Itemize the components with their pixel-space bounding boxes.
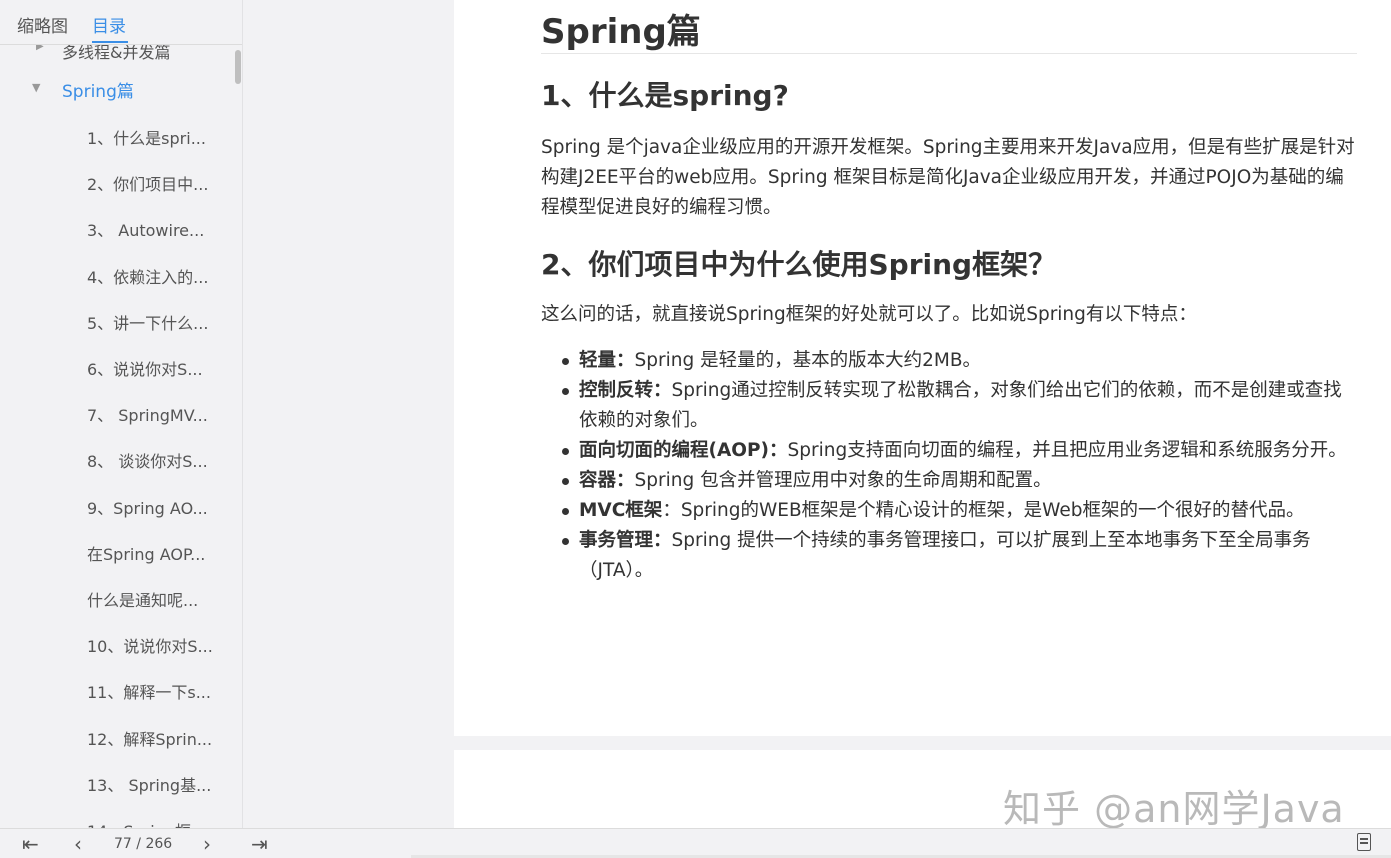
page-indicator: 77 / 266	[114, 836, 172, 852]
feature-text: Spring通过控制反转实现了松散耦合，对象们给出它们的依赖，而不是创建或查找依…	[579, 380, 1342, 431]
feature-list-item: 轻量：Spring 是轻量的，基本的版本大约2MB。	[541, 346, 1357, 376]
toc-item[interactable]: 13、 Spring基...	[87, 772, 227, 796]
toc-parent-spring[interactable]: Spring篇	[62, 77, 134, 102]
feature-term: 轻量：	[579, 350, 635, 371]
feature-list-item: 面向切面的编程(AOP)：Spring支持面向切面的编程，并且把应用业务逻辑和系…	[541, 436, 1357, 466]
toc-item[interactable]: 8、 谈谈你对S...	[87, 448, 227, 472]
sidebar: 缩略图 目录 ▶ 多线程&并发篇 ▼ Spring篇 1、什么是spri... 2…	[0, 0, 243, 828]
first-page-icon[interactable]: ⇤	[22, 832, 39, 856]
feature-term: 面向切面的编程(AOP)：	[579, 440, 788, 461]
toc-item[interactable]: 3、 Autowire...	[87, 217, 227, 241]
toc-item[interactable]: 5、讲一下什么...	[87, 310, 227, 334]
page-current[interactable]: 77	[114, 836, 132, 852]
feature-term: 事务管理：	[579, 530, 672, 551]
toc-item[interactable]: 在Spring AOP...	[87, 541, 227, 565]
toc-item[interactable]: 11、解释一下s...	[87, 679, 227, 703]
toc-item[interactable]: 4、依赖注入的...	[87, 264, 227, 288]
q2-intro: 这么问的话，就直接说Spring框架的好处就可以了。比如说Spring有以下特点…	[541, 304, 1197, 325]
feature-text: Spring支持面向切面的编程，并且把应用业务逻辑和系统服务分开。	[787, 440, 1347, 461]
feature-term: 容器：	[579, 470, 635, 491]
toc-item[interactable]: 6、说说你对S...	[87, 356, 227, 380]
chapter-title: Spring篇	[541, 12, 701, 52]
feature-term: MVC框架	[579, 500, 663, 521]
feature-list-item: 事务管理：Spring 提供一个持续的事务管理接口，可以扩展到上至本地事务下至全…	[541, 526, 1357, 586]
toc-item[interactable]: 2、你们项目中...	[87, 171, 227, 195]
toc-item-cut[interactable]: 多线程&并发篇	[62, 45, 170, 63]
toc-item[interactable]: 1、什么是spri...	[87, 125, 227, 149]
feature-text: Spring 是轻量的，基本的版本大约2MB。	[634, 350, 982, 371]
toc-item[interactable]: 7、 SpringMV...	[87, 402, 227, 426]
tab-thumbnails[interactable]: 缩略图	[17, 12, 68, 37]
sidebar-tabs: 缩略图 目录	[0, 0, 242, 45]
feature-list-item: 容器：Spring 包含并管理应用中对象的生命周期和配置。	[541, 466, 1357, 496]
next-page-icon[interactable]: ›	[203, 832, 211, 856]
feature-text: Spring 包含并管理应用中对象的生命周期和配置。	[634, 470, 1052, 491]
sidebar-scrollbar-thumb[interactable]	[235, 50, 241, 84]
document-page: Spring篇 1、什么是spring? Spring 是个java企业级应用的…	[454, 0, 1391, 736]
toc-item[interactable]: 14、Spring框...	[87, 818, 227, 828]
toc-item[interactable]: 12、解释Sprin...	[87, 726, 227, 750]
title-divider	[541, 53, 1357, 54]
active-tab-indicator	[92, 41, 128, 43]
page-total: 266	[145, 836, 173, 852]
toc-item[interactable]: 什么是通知呢...	[87, 587, 227, 611]
expanded-arrow-icon[interactable]: ▼	[32, 81, 40, 94]
document-view-icon[interactable]	[1357, 833, 1371, 851]
q2-heading: 2、你们项目中为什么使用Spring框架？	[541, 248, 1057, 281]
toc-item[interactable]: 10、说说你对S...	[87, 633, 227, 657]
watermark: 知乎 @an网学Java	[1003, 787, 1345, 831]
toc-list: ▶ 多线程&并发篇 ▼ Spring篇 1、什么是spri... 2、你们项目中.…	[0, 45, 232, 828]
feature-text: Spring 提供一个持续的事务管理接口，可以扩展到上至本地事务下至全局事务（J…	[579, 530, 1311, 581]
feature-term: 控制反转：	[579, 380, 672, 401]
toc-item[interactable]: 9、Spring AO...	[87, 495, 227, 519]
page-separator: /	[136, 836, 141, 852]
q1-body: Spring 是个java企业级应用的开源开发框架。Spring主要用来开发Ja…	[541, 137, 1355, 218]
bottom-toolbar: ⇤ ‹ 77 / 266 › ⇥	[0, 828, 1391, 858]
tab-toc[interactable]: 目录	[92, 12, 126, 37]
feature-list: 轻量：Spring 是轻量的，基本的版本大约2MB。 控制反转：Spring通过控…	[541, 346, 1357, 586]
feature-list-item: MVC框架：Spring的WEB框架是个精心设计的框架，是Web框架的一个很好的…	[541, 496, 1357, 526]
last-page-icon[interactable]: ⇥	[251, 832, 268, 856]
prev-page-icon[interactable]: ‹	[74, 832, 82, 856]
feature-text: ：Spring的WEB框架是个精心设计的框架，是Web框架的一个很好的替代品。	[662, 500, 1305, 521]
feature-list-item: 控制反转：Spring通过控制反转实现了松散耦合，对象们给出它们的依赖，而不是创…	[541, 376, 1357, 436]
q1-heading: 1、什么是spring?	[541, 79, 789, 112]
collapsed-arrow-icon[interactable]: ▶	[36, 45, 44, 52]
